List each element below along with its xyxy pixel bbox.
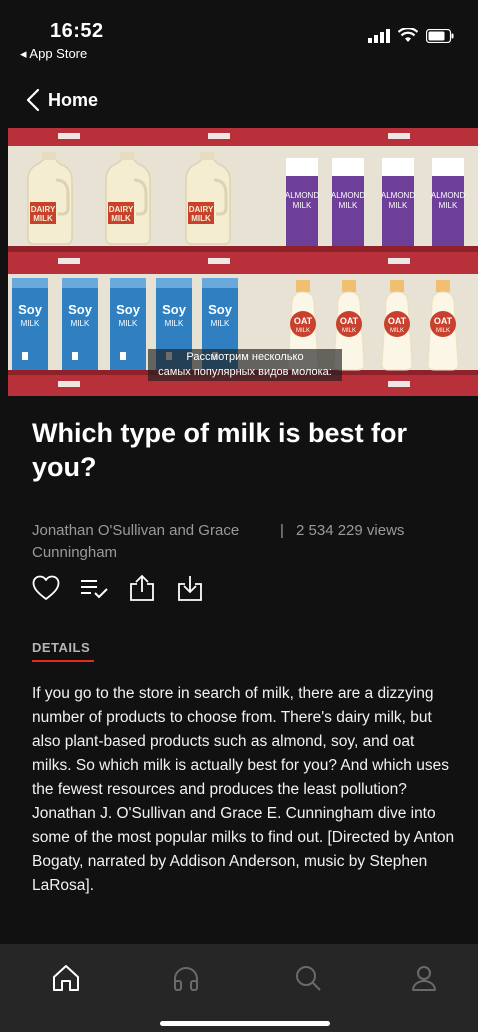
dairy-milk-jug [27,152,73,245]
dairy-milk-jug [105,152,151,245]
dairy-milk-jug [185,152,231,245]
almond-label: MILK [339,201,358,210]
almond-label: ALMOND [331,191,365,200]
status-time: 16:52 [50,20,104,42]
tab-profile[interactable] [404,958,444,998]
dairy-label: MILK [33,214,53,223]
back-label: Home [48,89,99,110]
oat-label: MILK [342,328,356,334]
share-button[interactable] [128,574,156,602]
soy-label: Soy [68,302,93,317]
almond-label: ALMOND [381,191,415,200]
almond-label: ALMOND [431,191,465,200]
almond-label: ALMOND [285,191,319,200]
details-tab-underline [32,660,94,662]
headphones-icon [174,967,198,991]
tab-podcasts[interactable] [166,958,206,998]
dairy-label: MILK [111,214,131,223]
dairy-label: DAIRY [31,205,56,214]
oat-label: MILK [436,328,450,334]
navigation-bar: Home [0,80,478,120]
video-subtitle: Рассмотрим несколько самых популярных ви… [148,349,342,381]
oat-label: OAT [340,316,359,326]
talk-title: Which type of milk is best for you? [32,418,408,482]
download-button[interactable] [176,574,204,602]
status-icons [368,28,454,43]
favorite-button[interactable] [32,574,60,602]
signal-icon [368,28,390,43]
share-icon [130,574,154,601]
chevron-left-icon [26,88,40,112]
soy-label: Soy [116,302,141,317]
status-bar: 16:52 ◂ App Store [0,0,478,68]
wifi-icon [398,28,418,42]
playlist-add-icon [81,580,108,599]
home-icon [53,965,79,991]
dairy-label: MILK [191,214,211,223]
soy-label: MILK [119,319,138,328]
soy-label: Soy [208,302,233,317]
profile-icon [412,966,436,991]
back-to-app-store[interactable]: ◂ App Store [20,46,87,62]
tab-bar [0,944,478,1032]
soy-label: Soy [18,302,43,317]
talk-meta: Jonathan O'Sullivan and Grace Cunningham… [32,520,452,564]
soy-label: MILK [211,319,230,328]
add-to-list-button[interactable] [80,574,108,602]
home-indicator [160,1021,330,1026]
heart-icon [32,575,60,600]
dairy-label: DAIRY [189,205,214,214]
details-tab[interactable]: DETAILS [32,640,90,655]
search-icon [296,966,321,991]
subtitle-line: самых популярных видов молока: [158,366,332,378]
oat-label: OAT [294,316,313,326]
back-button[interactable]: Home [26,88,98,112]
action-bar [32,572,204,604]
oat-label: OAT [434,316,453,326]
tab-home[interactable] [46,958,86,998]
talk-description: If you go to the store in search of milk… [32,685,455,894]
talk-authors[interactable]: Jonathan O'Sullivan and Grace Cunningham [32,520,272,564]
soy-label: MILK [71,319,90,328]
almond-label: MILK [293,201,312,210]
soy-label: MILK [21,319,40,328]
soy-label: Soy [162,302,187,317]
oat-label: MILK [390,328,404,334]
almond-label: MILK [389,201,408,210]
battery-icon [426,28,454,43]
oat-label: MILK [296,328,310,334]
download-icon [178,576,202,601]
meta-separator: | [280,522,284,539]
dairy-label: DAIRY [109,205,134,214]
subtitle-line: Рассмотрим несколько [186,351,304,363]
almond-label: MILK [439,201,458,210]
soy-label: MILK [165,319,184,328]
oat-label: OAT [388,316,407,326]
tab-search[interactable] [288,958,328,998]
view-count: 2 534 229 views [296,522,405,539]
